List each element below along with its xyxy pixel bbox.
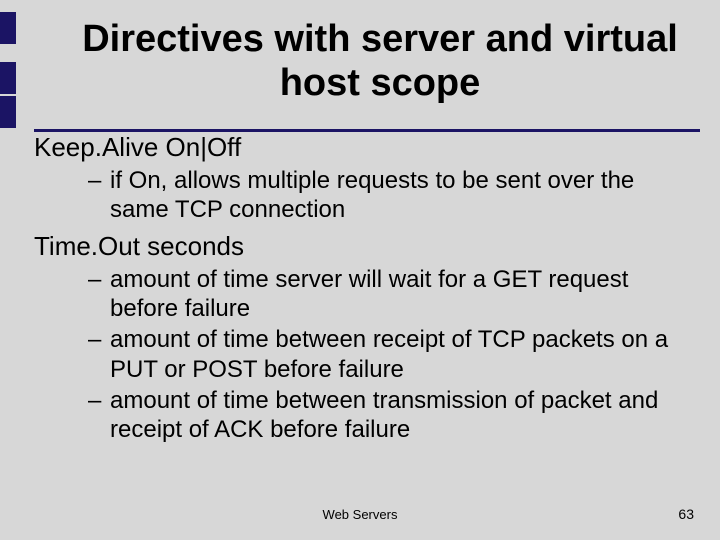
footer-label: Web Servers [0, 507, 720, 522]
directive-list: amount of time server will wait for a GE… [34, 265, 690, 445]
list-item: amount of time server will wait for a GE… [88, 265, 690, 324]
title-area: Directives with server and virtual host … [0, 0, 720, 113]
list-item: amount of time between receipt of TCP pa… [88, 325, 690, 384]
page-number: 63 [678, 506, 694, 522]
content-area: Keep.Alive On|Off if On, allows multiple… [0, 113, 720, 444]
list-item: if On, allows multiple requests to be se… [88, 166, 690, 225]
directive-heading: Time.Out seconds [34, 230, 690, 263]
directive-list: if On, allows multiple requests to be se… [34, 166, 690, 225]
list-item: amount of time between transmission of p… [88, 386, 690, 445]
slide: Directives with server and virtual host … [0, 0, 720, 540]
title-underline [34, 129, 700, 132]
directive-heading: Keep.Alive On|Off [34, 131, 690, 164]
slide-title: Directives with server and virtual host … [70, 18, 690, 105]
